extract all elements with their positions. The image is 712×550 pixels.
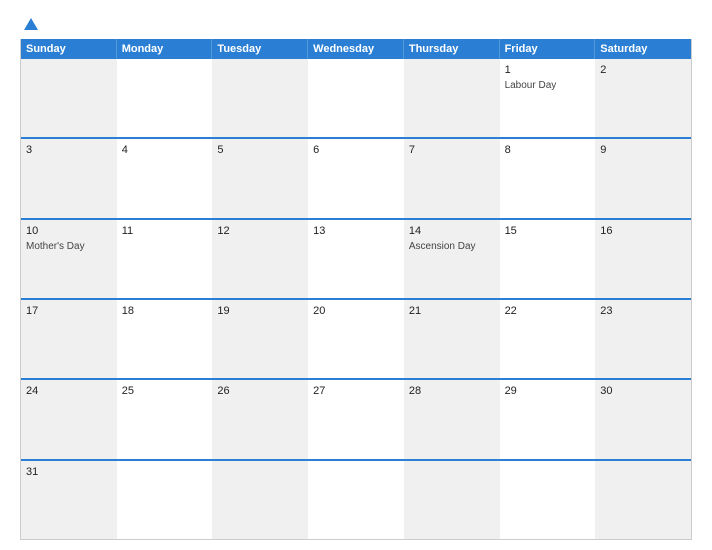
header-cell-sunday: Sunday: [21, 39, 117, 59]
day-number: 11: [122, 224, 208, 239]
cal-cell: 29: [500, 380, 596, 458]
country-label: [622, 18, 692, 22]
cal-cell: 5: [212, 139, 308, 217]
cal-cell: [21, 59, 117, 137]
cal-cell: 13: [308, 220, 404, 298]
day-number: 18: [122, 304, 208, 319]
cal-cell: 4: [117, 139, 213, 217]
day-number: 16: [600, 224, 686, 239]
calendar-header-row: SundayMondayTuesdayWednesdayThursdayFrid…: [21, 39, 691, 59]
calendar-week-5: 24 25 26 27 28 29 30: [21, 378, 691, 458]
logo-triangle-icon: [24, 18, 38, 30]
day-number: 4: [122, 143, 208, 158]
cal-cell: 20: [308, 300, 404, 378]
cal-cell: 8: [500, 139, 596, 217]
cal-cell: 14Ascension Day: [404, 220, 500, 298]
cal-cell: 10Mother's Day: [21, 220, 117, 298]
cal-cell: 26: [212, 380, 308, 458]
day-number: 29: [505, 384, 591, 399]
day-number: 27: [313, 384, 399, 399]
day-number: 7: [409, 143, 495, 158]
cal-cell: 30: [595, 380, 691, 458]
header-cell-monday: Monday: [117, 39, 213, 59]
cal-cell: [117, 461, 213, 539]
day-number: 31: [26, 465, 112, 480]
cal-cell: 19: [212, 300, 308, 378]
cal-cell: 17: [21, 300, 117, 378]
day-number: 15: [505, 224, 591, 239]
day-number: 10: [26, 224, 112, 239]
calendar-grid: SundayMondayTuesdayWednesdayThursdayFrid…: [20, 39, 692, 540]
cal-cell: 9: [595, 139, 691, 217]
header: [20, 18, 692, 31]
cal-cell: 7: [404, 139, 500, 217]
cal-cell: [595, 461, 691, 539]
calendar-page: SundayMondayTuesdayWednesdayThursdayFrid…: [0, 0, 712, 550]
header-cell-tuesday: Tuesday: [212, 39, 308, 59]
day-number: 22: [505, 304, 591, 319]
day-number: 30: [600, 384, 686, 399]
cal-cell: 3: [21, 139, 117, 217]
cal-cell: 27: [308, 380, 404, 458]
cal-cell: 16: [595, 220, 691, 298]
cal-cell: 23: [595, 300, 691, 378]
cal-cell: 28: [404, 380, 500, 458]
day-event: Mother's Day: [26, 240, 112, 253]
cal-cell: [404, 59, 500, 137]
day-number: 28: [409, 384, 495, 399]
day-number: 21: [409, 304, 495, 319]
day-number: 17: [26, 304, 112, 319]
cal-cell: [404, 461, 500, 539]
day-number: 12: [217, 224, 303, 239]
cal-cell: 24: [21, 380, 117, 458]
logo: [20, 18, 38, 31]
cal-cell: 21: [404, 300, 500, 378]
day-number: 19: [217, 304, 303, 319]
cal-cell: [308, 461, 404, 539]
cal-cell: [500, 461, 596, 539]
cal-cell: 18: [117, 300, 213, 378]
day-number: 5: [217, 143, 303, 158]
calendar-week-1: 1Labour Day 2: [21, 59, 691, 137]
cal-cell: 15: [500, 220, 596, 298]
cal-cell: 6: [308, 139, 404, 217]
calendar-week-3: 10Mother's Day 11 12 13 14Ascension Day 15 16: [21, 218, 691, 298]
cal-cell: 31: [21, 461, 117, 539]
cal-cell: 12: [212, 220, 308, 298]
cal-cell: 22: [500, 300, 596, 378]
day-event: Labour Day: [505, 79, 591, 92]
cal-cell: 25: [117, 380, 213, 458]
day-number: 26: [217, 384, 303, 399]
day-number: 13: [313, 224, 399, 239]
day-number: 9: [600, 143, 686, 158]
header-cell-friday: Friday: [500, 39, 596, 59]
calendar-week-6: 31: [21, 459, 691, 539]
day-number: 25: [122, 384, 208, 399]
day-number: 2: [600, 63, 686, 78]
calendar-body: 1Labour Day2345678910Mother's Day1112131…: [21, 59, 691, 539]
day-number: 23: [600, 304, 686, 319]
cal-cell: [308, 59, 404, 137]
calendar-week-2: 3456789: [21, 137, 691, 217]
day-number: 24: [26, 384, 112, 399]
day-number: 1: [505, 63, 591, 78]
cal-cell: [212, 59, 308, 137]
day-number: 8: [505, 143, 591, 158]
day-number: 20: [313, 304, 399, 319]
cal-cell: 2: [595, 59, 691, 137]
day-number: 3: [26, 143, 112, 158]
cal-cell: 11: [117, 220, 213, 298]
cal-cell: [212, 461, 308, 539]
header-cell-wednesday: Wednesday: [308, 39, 404, 59]
day-event: Ascension Day: [409, 240, 495, 253]
day-number: 14: [409, 224, 495, 239]
day-number: 6: [313, 143, 399, 158]
calendar-week-4: 17 18 19 20 21 22 23: [21, 298, 691, 378]
header-cell-saturday: Saturday: [595, 39, 691, 59]
header-cell-thursday: Thursday: [404, 39, 500, 59]
cal-cell: [117, 59, 213, 137]
cal-cell: 1Labour Day: [500, 59, 596, 137]
